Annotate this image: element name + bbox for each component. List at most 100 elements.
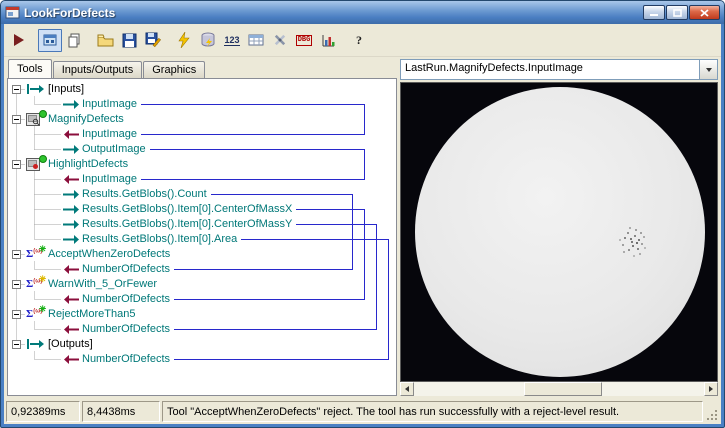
tool-tree-panel: [Inputs] InputImage MagnifyDefects InputIma… — [7, 78, 397, 396]
tab-graphics[interactable]: Graphics — [143, 61, 206, 78]
tree-item-rejectmorethan5[interactable]: Σ(ω) RejectMoreThan5 — [9, 304, 395, 322]
toolbar-toolgroup-button[interactable] — [38, 28, 62, 52]
sigma-icon: Σ(ω) — [26, 274, 48, 291]
toolbar-grid-button[interactable] — [244, 29, 268, 52]
chart-icon — [321, 33, 336, 48]
scroll-left-button[interactable] — [400, 382, 414, 396]
toolgroup-panel: Tools Inputs/Outputs Graphics [Inputs] In… — [7, 59, 397, 396]
expand-collapse-box[interactable] — [12, 340, 21, 349]
tab-bar: Tools Inputs/Outputs Graphics — [7, 59, 397, 78]
zap-icon — [178, 32, 190, 48]
tree-item-results-getblobs-item-0-area[interactable]: Results.GetBlobs().Item[0].Area — [9, 232, 395, 247]
window-controls — [643, 5, 720, 20]
toolbar-chart-button[interactable] — [316, 29, 340, 52]
toolbar: 123 DBG? — [4, 24, 721, 57]
port-arrow-icon — [26, 337, 48, 351]
expand-collapse-box[interactable] — [12, 310, 21, 319]
tree-item-outputs[interactable]: [Outputs] — [9, 337, 395, 352]
tree-item-label: NumberOfDefects — [82, 263, 171, 275]
tree-item-label: Results.GetBlobs().Count — [82, 188, 207, 200]
scroll-right-icon — [709, 386, 713, 392]
tree-item-highlightdefects[interactable]: HighlightDefects — [9, 155, 395, 172]
sigma-icon: Σ(ω) — [26, 244, 48, 261]
tree-item-label: Results.GetBlobs().Item[0].CenterOfMassX — [82, 203, 293, 215]
minimize-icon — [650, 14, 658, 16]
expand-collapse-box[interactable] — [12, 115, 21, 124]
toolbar-zap-button[interactable] — [172, 29, 196, 52]
app-icon — [5, 5, 20, 20]
tree-item-numberofdefects[interactable]: NumberOfDefects — [9, 352, 395, 367]
defect-cluster — [631, 241, 633, 243]
tree-item-magnifydefects[interactable]: MagnifyDefects — [9, 110, 395, 127]
tree-item-inputs[interactable]: [Inputs] — [9, 82, 395, 97]
close-button[interactable] — [689, 5, 720, 20]
scrollbar-track[interactable] — [414, 382, 704, 396]
tree-item-label: InputImage — [82, 98, 138, 110]
tree-item-numberofdefects[interactable]: NumberOfDefects — [9, 292, 395, 307]
save-icon — [122, 33, 137, 48]
tree-item-results-getblobs-count[interactable]: Results.GetBlobs().Count — [9, 187, 395, 202]
tree-item-label: HighlightDefects — [48, 158, 129, 170]
tree-item-inputimage[interactable]: InputImage — [9, 172, 395, 187]
toolbar-debug-button[interactable]: DBG — [292, 29, 316, 52]
expand-collapse-box[interactable] — [12, 280, 21, 289]
horizontal-scrollbar[interactable] — [400, 382, 718, 396]
tools-icon — [272, 32, 288, 48]
tree-item-numberofdefects[interactable]: NumberOfDefects — [9, 262, 395, 277]
toolbar-database-button[interactable] — [196, 29, 220, 52]
tree-item-label: InputImage — [82, 173, 138, 185]
title-bar[interactable]: LookForDefects — [1, 1, 724, 24]
tree-item-label: [Inputs] — [48, 83, 85, 95]
toolbar-run-button[interactable] — [7, 29, 31, 52]
expand-collapse-box[interactable] — [12, 85, 21, 94]
tree-item-label: AcceptWhenZeroDefects — [48, 248, 171, 260]
tree-item-results-getblobs-item-0-centerofmassy[interactable]: Results.GetBlobs().Item[0].CenterOfMassY — [9, 217, 395, 232]
toolbar-open-button[interactable] — [93, 29, 117, 52]
toolbar-save-as-button[interactable] — [141, 29, 165, 52]
expand-collapse-box[interactable] — [12, 250, 21, 259]
tree-item-label: RejectMoreThan5 — [48, 308, 136, 320]
tab-tools[interactable]: Tools — [8, 59, 52, 78]
image-display[interactable] — [400, 82, 718, 382]
tree-item-label: InputImage — [82, 128, 138, 140]
tree-item-outputimage[interactable]: OutputImage — [9, 142, 395, 157]
minimize-button[interactable] — [643, 5, 665, 20]
maximize-button[interactable] — [666, 5, 688, 20]
tab-inputs-outputs[interactable]: Inputs/Outputs — [52, 61, 143, 78]
toolbar-tools-button[interactable] — [268, 29, 292, 52]
tree-item-label: Results.GetBlobs().Item[0].CenterOfMassY — [82, 218, 293, 230]
tree-item-label: [Outputs] — [48, 338, 93, 350]
scrollbar-thumb[interactable] — [524, 382, 603, 396]
resize-grip[interactable] — [705, 401, 719, 422]
image-tool-red-icon — [26, 155, 48, 171]
tree-item-label: MagnifyDefects — [48, 113, 124, 125]
display-source-combobox[interactable]: LastRun.MagnifyDefects.InputImage — [400, 59, 718, 80]
tree-item-warnwith-5-orfewer[interactable]: Σ(ω) WarnWith_5_OrFewer — [9, 274, 395, 292]
toolbar-new-tool-button[interactable] — [62, 29, 86, 52]
sigma-icon: Σ(ω) — [26, 304, 48, 321]
scroll-right-button[interactable] — [704, 382, 718, 396]
tree-item-acceptwhenzerodefects[interactable]: Σ(ω) AcceptWhenZeroDefects — [9, 244, 395, 262]
tree-item-inputimage[interactable]: InputImage — [9, 127, 395, 142]
debug-icon: DBG — [295, 34, 313, 46]
toolbar-calc-123-button[interactable]: 123 — [220, 29, 244, 52]
close-icon — [700, 8, 709, 17]
tree-item-label: WarnWith_5_OrFewer — [48, 278, 158, 290]
tree-item-inputimage[interactable]: InputImage — [9, 97, 395, 112]
maximize-icon — [672, 8, 682, 17]
toolbar-save-button[interactable] — [117, 29, 141, 52]
open-icon — [97, 32, 114, 48]
tree-item-numberofdefects[interactable]: NumberOfDefects — [9, 322, 395, 337]
main-split: Tools Inputs/Outputs Graphics [Inputs] In… — [4, 57, 721, 400]
tree-item-results-getblobs-item-0-centerofmassx[interactable]: Results.GetBlobs().Item[0].CenterOfMassX — [9, 202, 395, 217]
scroll-left-icon — [405, 386, 409, 392]
save-as-icon — [145, 32, 161, 48]
tree-item-label: Results.GetBlobs().Item[0].Area — [82, 233, 238, 245]
toolbar-help-button[interactable]: ? — [347, 29, 371, 52]
combo-dropdown-button[interactable] — [699, 60, 717, 79]
expand-collapse-box[interactable] — [12, 160, 21, 169]
combo-value: LastRun.MagnifyDefects.InputImage — [405, 62, 583, 74]
tool-tree: [Inputs] InputImage MagnifyDefects InputIma… — [9, 80, 395, 394]
image-panel: LastRun.MagnifyDefects.InputImage — [400, 59, 718, 396]
image-tool-icon — [26, 110, 48, 126]
